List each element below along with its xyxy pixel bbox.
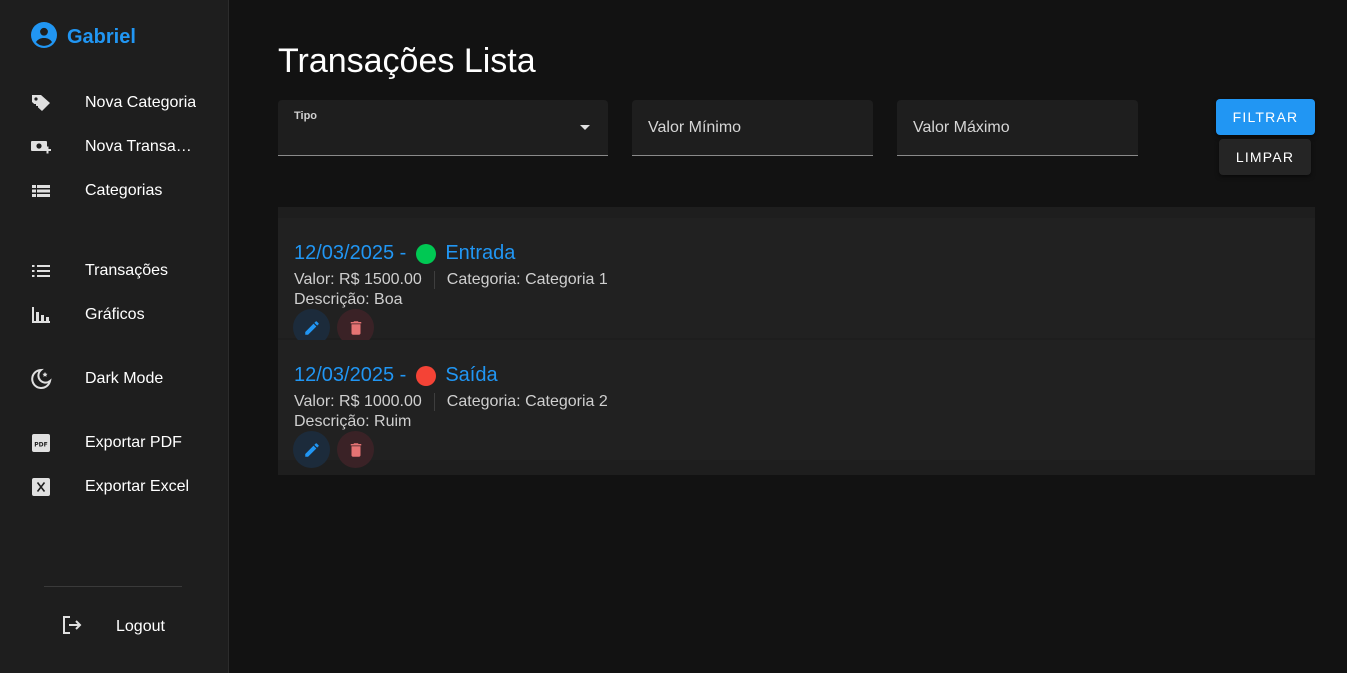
sidebar-item-label: Gráficos (85, 306, 145, 323)
sidebar-item-nova-transacao[interactable]: Nova Transação (0, 129, 228, 165)
svg-text:PDF: PDF (34, 442, 47, 449)
transaction-type: Entrada (445, 242, 516, 264)
sidebar-item-dark-mode[interactable]: Dark Mode (0, 361, 228, 397)
sidebar-item-label: Exportar Excel (85, 478, 190, 495)
meta-divider (433, 393, 435, 411)
valor-maximo-field-container (897, 100, 1138, 156)
sidebar-item-label: Transações (85, 262, 168, 279)
transaction-descricao: Descrição: Boa (294, 291, 403, 308)
list-item: 12/03/2025 - Entrada Valor: R$ 1500.00 C… (278, 218, 1315, 346)
valor-maximo-input[interactable] (897, 100, 1138, 155)
transaction-valor: Valor: R$ 1500.00 (294, 271, 422, 288)
moon-icon (30, 368, 52, 389)
transaction-categoria: Categoria: Categoria 2 (446, 393, 608, 410)
sidebar-item-categorias[interactable]: Categorias (0, 173, 228, 209)
clear-button[interactable]: LIMPAR (1219, 139, 1311, 175)
trash-icon (350, 320, 361, 335)
bar-chart-icon (30, 305, 52, 325)
account-circle-icon (31, 22, 57, 53)
logout-label: Logout (116, 618, 165, 635)
trash-icon (350, 442, 361, 457)
sidebar-item-label: Categorias (85, 182, 163, 199)
table-icon (30, 181, 52, 201)
transaction-categoria: Categoria: Categoria 1 (446, 271, 608, 288)
valor-minimo-input[interactable] (632, 100, 873, 155)
list-icon (30, 261, 52, 281)
transaction-date: 12/03/2025 - (294, 242, 407, 264)
transaction-type: Saída (445, 364, 498, 386)
excel-icon (30, 477, 52, 497)
pencil-icon (304, 442, 319, 457)
user-profile[interactable]: Gabriel (31, 22, 136, 53)
chevron-down-icon (580, 125, 590, 130)
status-dot-icon (416, 243, 437, 264)
pdf-icon: PDF (30, 433, 52, 453)
sidebar-divider (44, 586, 182, 587)
cash-plus-icon (30, 137, 52, 157)
transaction-meta: Valor: R$ 1500.00 Categoria: Categoria 1 (294, 271, 608, 289)
tipo-label: Tipo (294, 110, 318, 122)
list-item: 12/03/2025 - Saída Valor: R$ 1000.00 Cat… (278, 340, 1315, 468)
sidebar-item-exportar-excel[interactable]: Exportar Excel (0, 469, 228, 505)
transaction-header: 12/03/2025 - Entrada (294, 242, 515, 265)
sidebar: Gabriel Nova Categoria Nova Transação Ca… (0, 0, 229, 673)
status-dot-icon (416, 365, 437, 386)
sidebar-item-nova-categoria[interactable]: Nova Categoria (0, 85, 228, 121)
transaction-descricao: Descrição: Ruim (294, 413, 412, 430)
sidebar-item-label: Dark Mode (85, 370, 164, 387)
tag-plus-icon (30, 93, 52, 113)
logout-button[interactable]: Logout (60, 612, 165, 642)
sidebar-item-exportar-pdf[interactable]: PDF Exportar PDF (0, 425, 228, 461)
filter-button[interactable]: FILTRAR (1216, 99, 1315, 135)
valor-minimo-field-container (632, 100, 873, 156)
sidebar-item-label: Exportar PDF (85, 434, 182, 451)
transaction-header: 12/03/2025 - Saída (294, 364, 498, 387)
transaction-valor: Valor: R$ 1000.00 (294, 393, 422, 410)
page-title: Transações Lista (278, 42, 536, 80)
sidebar-item-label: Nova Categoria (85, 94, 197, 111)
sidebar-item-graficos[interactable]: Gráficos (0, 297, 228, 333)
meta-divider (433, 271, 435, 289)
edit-button[interactable] (293, 431, 330, 468)
user-name: Gabriel (67, 26, 136, 48)
transactions-list: 12/03/2025 - Entrada Valor: R$ 1500.00 C… (278, 207, 1315, 475)
sidebar-item-label: Nova Transação (85, 138, 197, 155)
pencil-icon (304, 320, 319, 335)
logout-icon (60, 613, 84, 642)
transaction-date: 12/03/2025 - (294, 364, 407, 386)
sidebar-item-transacoes[interactable]: Transações (0, 253, 228, 289)
transaction-meta: Valor: R$ 1000.00 Categoria: Categoria 2 (294, 393, 608, 411)
tipo-select[interactable]: Tipo (278, 100, 608, 156)
delete-button[interactable] (337, 431, 374, 468)
